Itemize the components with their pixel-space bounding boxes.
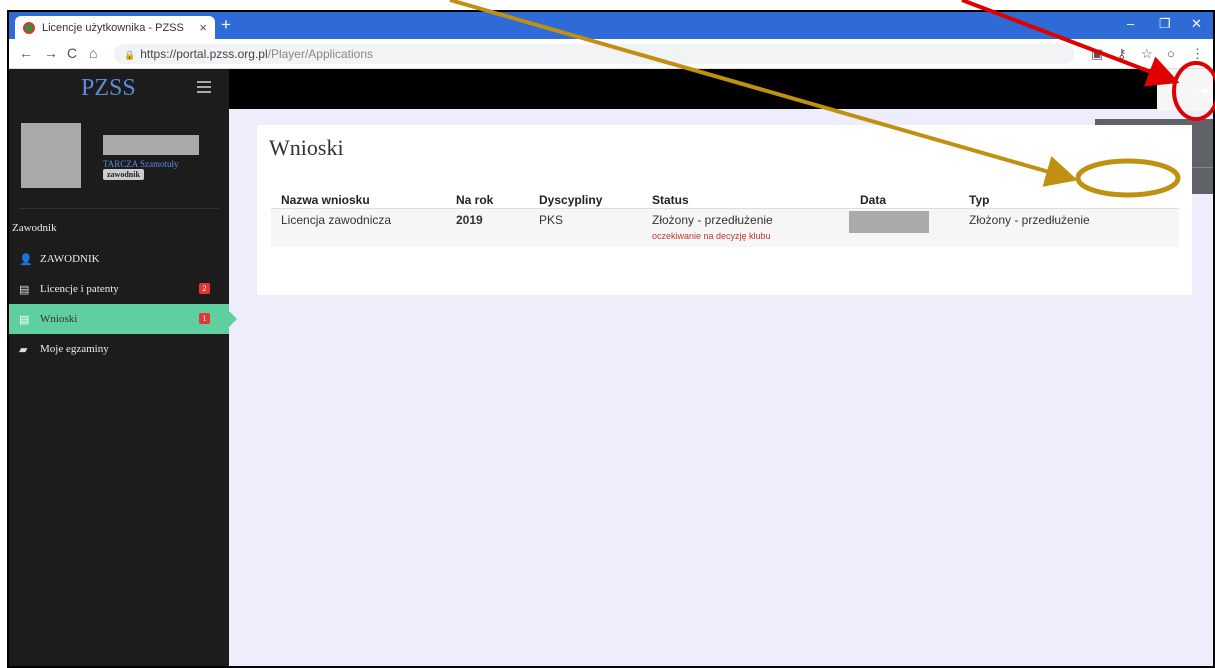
forward-icon[interactable]: → <box>44 45 58 61</box>
user-dropdown-button[interactable] <box>1157 69 1213 111</box>
cell-discipline: PKS <box>539 213 564 227</box>
bookmark-star-icon[interactable]: ☆ <box>1141 46 1153 62</box>
sidebar-item-licencje[interactable]: ▤ Licencje i patenty 2 <box>9 274 229 304</box>
count-badge: 1 <box>199 313 210 324</box>
favicon-icon <box>23 21 35 34</box>
url-host: https://portal.pzss.org.pl <box>140 47 268 61</box>
minimize-button[interactable]: – <box>1127 16 1134 31</box>
count-badge: 2 <box>199 283 210 294</box>
home-icon[interactable]: ⌂ <box>89 45 97 61</box>
extension-icon[interactable]: ▣ <box>1091 46 1103 62</box>
id-card-icon: ▤ <box>19 313 30 326</box>
key-icon[interactable]: ⚷ <box>1117 46 1127 62</box>
applications-panel: Wnioski Nazwa wniosku Na rok Dyscypliny … <box>257 125 1192 295</box>
user-name-redacted <box>103 135 199 155</box>
address-bar-row: ← → C ⌂ 🔒 https://portal.pzss.org.pl/Play… <box>9 39 1213 69</box>
cell-date-redacted <box>849 211 929 233</box>
sidebar-item-egzaminy[interactable]: ▰ Moje egzaminy <box>9 334 229 364</box>
screenshot-frame: Licencje użytkownika - PZSS × + – ❐ ✕ ← … <box>7 10 1215 668</box>
url-input[interactable]: 🔒 https://portal.pzss.org.pl/Player/Appli… <box>114 44 1074 64</box>
menu-icon[interactable]: ⋮ <box>1191 46 1204 62</box>
column-header: Dyscypliny <box>539 193 603 207</box>
column-header: Nazwa wniosku <box>281 193 370 207</box>
sidebar-item-label: Moje egzaminy <box>40 343 109 355</box>
new-tab-button[interactable]: + <box>221 15 231 35</box>
tab-title: Licencje użytkownika - PZSS <box>42 21 184 34</box>
id-card-icon: ▤ <box>19 283 30 296</box>
column-header: Typ <box>969 193 990 207</box>
sidebar-section-title: Zawodnik <box>12 222 57 234</box>
column-header: Status <box>652 193 689 207</box>
user-profile: TARCZA Szamotuły zawodnik <box>19 109 219 209</box>
search-icon[interactable]: ○ <box>1167 46 1175 61</box>
sidebar-item-wnioski[interactable]: ▤ Wnioski 1 <box>9 304 237 334</box>
club-name[interactable]: TARCZA Szamotuły <box>103 159 179 169</box>
back-icon[interactable]: ← <box>19 45 33 61</box>
lock-icon: 🔒 <box>124 50 136 60</box>
maximize-button[interactable]: ❐ <box>1159 16 1171 32</box>
cell-status-note: oczekiwanie na decyzję klubu <box>652 231 771 241</box>
sidebar-item-label: Licencje i patenty <box>40 283 119 295</box>
table-header: Nazwa wniosku Na rok Dyscypliny Status D… <box>271 189 1179 209</box>
top-navbar <box>229 69 1157 109</box>
sidebar-item-label: ZAWODNIK <box>40 253 100 265</box>
hamburger-icon[interactable] <box>197 81 211 96</box>
cell-name: Licencja zawodnicza <box>281 213 392 227</box>
url-path: /Player/Applications <box>267 47 374 61</box>
cell-year: 2019 <box>456 213 483 227</box>
tab-close-icon[interactable]: × <box>199 20 207 35</box>
role-badge: zawodnik <box>103 169 144 180</box>
browser-tabbar: Licencje użytkownika - PZSS × + – ❐ ✕ <box>9 12 1213 39</box>
page-title: Wnioski <box>269 135 344 160</box>
sidebar-item-zawodnik[interactable]: 👤 ZAWODNIK <box>9 244 229 274</box>
cell-status: Złożony - przedłużenie <box>652 213 773 227</box>
close-window-button[interactable]: ✕ <box>1191 16 1202 32</box>
sidebar-item-label: Wnioski <box>40 313 78 325</box>
column-header: Data <box>860 193 887 207</box>
reload-icon[interactable]: C <box>67 45 77 61</box>
browser-tab[interactable]: Licencje użytkownika - PZSS × <box>15 16 215 39</box>
caret-down-icon <box>1199 89 1211 95</box>
book-icon: ▰ <box>19 343 28 356</box>
table-row[interactable]: Licencja zawodnicza 2019 PKS Złożony - p… <box>271 209 1179 247</box>
brand-logo[interactable]: PZSS <box>81 75 136 102</box>
column-header: Na rok <box>456 193 494 207</box>
sidebar-header: PZSS <box>9 69 229 109</box>
cell-type: Złożony - przedłużenie <box>969 213 1090 227</box>
avatar <box>21 123 81 188</box>
sidebar: PZSS TARCZA Szamotuły zawodnik Zawodnik … <box>9 69 237 666</box>
user-icon: 👤 <box>19 253 33 266</box>
